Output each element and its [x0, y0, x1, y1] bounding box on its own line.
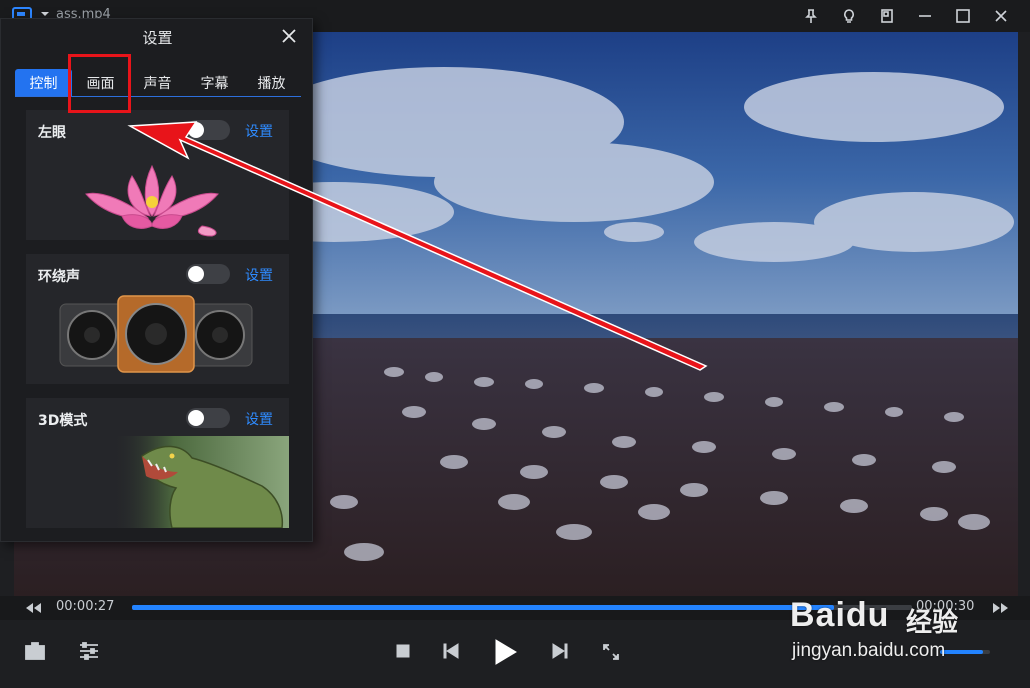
menu-dropdown-icon[interactable]	[40, 10, 50, 18]
toggle-knob	[188, 410, 204, 426]
control-bar	[0, 620, 1030, 688]
previous-button[interactable]	[443, 643, 459, 659]
tab-control[interactable]: 控制	[15, 69, 72, 96]
lightbulb-icon	[844, 9, 854, 23]
progress-row: 00:00:27 00:00:30	[0, 596, 1030, 620]
window-controls	[792, 0, 1020, 32]
settings-title: 设置	[142, 29, 173, 47]
tab-playback[interactable]: 播放	[243, 69, 300, 96]
3d-mode-toggle[interactable]	[186, 408, 230, 428]
previous-icon	[443, 643, 459, 659]
settings-panel: 设置 控制 画面 声音 字幕 播放 左眼 设置 环绕声 设置 3D模式 设置	[0, 18, 313, 542]
stop-button[interactable]	[396, 644, 410, 658]
fast-forward-icon[interactable]	[992, 601, 1010, 615]
toggle-knob	[188, 266, 204, 282]
minimize-button[interactable]	[906, 0, 944, 32]
3d-mode-label: 3D模式	[38, 413, 88, 429]
pin-icon	[805, 9, 817, 23]
minimize-icon	[919, 15, 931, 17]
tab-subtitles[interactable]: 字幕	[186, 69, 243, 96]
surround-card: 环绕声 设置	[26, 254, 289, 384]
rewind-icon[interactable]	[24, 601, 42, 615]
surround-toggle[interactable]	[186, 264, 230, 284]
toolbox-button[interactable]	[24, 640, 46, 662]
volume-slider[interactable]	[940, 650, 990, 654]
settings-button[interactable]	[78, 640, 100, 662]
dinosaur-image	[112, 436, 289, 528]
left-eye-card: 左眼 设置	[26, 110, 289, 240]
settings-tabs: 控制 画面 声音 字幕 播放	[15, 69, 301, 97]
player-window: ass.mp4 00:00:27 00:00:30 Baidu 经验 jingy…	[0, 0, 1030, 688]
left-eye-label: 左眼	[38, 125, 66, 141]
maximize-icon	[956, 9, 970, 23]
tips-button[interactable]	[830, 0, 868, 32]
play-button[interactable]	[494, 639, 518, 665]
surround-label: 环绕声	[38, 269, 80, 285]
toggle-knob	[188, 122, 204, 138]
surround-settings-link[interactable]: 设置	[245, 265, 273, 285]
close-icon	[995, 10, 1007, 22]
mini-mode-icon	[881, 9, 893, 23]
annotation-highlight-box	[68, 54, 131, 113]
stop-icon	[396, 644, 410, 658]
lotus-image	[85, 164, 219, 237]
seek-bar-fill	[132, 605, 834, 610]
left-eye-toggle[interactable]	[186, 120, 230, 140]
total-time: 00:00:30	[916, 599, 975, 614]
next-icon	[552, 643, 568, 659]
fullscreen-icon	[603, 644, 619, 660]
left-eye-settings-link[interactable]: 设置	[245, 121, 273, 141]
fullscreen-button[interactable]	[602, 643, 620, 661]
seek-bar[interactable]	[132, 605, 912, 610]
close-window-button[interactable]	[982, 0, 1020, 32]
sliders-icon	[80, 642, 98, 660]
volume-slider-fill	[940, 650, 983, 654]
play-icon	[495, 639, 517, 665]
speakers-image	[59, 295, 253, 373]
mini-mode-button[interactable]	[868, 0, 906, 32]
maximize-button[interactable]	[944, 0, 982, 32]
settings-close-icon[interactable]	[282, 29, 296, 43]
tab-audio[interactable]: 声音	[129, 69, 186, 96]
3d-mode-card: 3D模式 设置	[26, 398, 289, 528]
current-time: 00:00:27	[56, 599, 115, 614]
3d-mode-settings-link[interactable]: 设置	[245, 409, 273, 429]
pin-button[interactable]	[792, 0, 830, 32]
next-button[interactable]	[552, 643, 568, 659]
toolbox-icon	[25, 642, 45, 660]
